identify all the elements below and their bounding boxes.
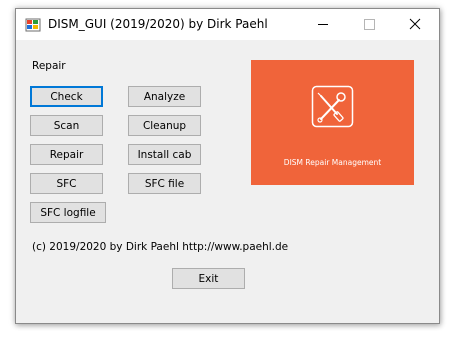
dism-banner: DISM Repair Management (251, 60, 414, 185)
check-button[interactable]: Check (30, 86, 103, 107)
minimize-button[interactable] (300, 9, 346, 40)
sfc-button[interactable]: SFC (30, 173, 103, 194)
close-button[interactable] (392, 9, 438, 40)
cleanup-button[interactable]: Cleanup (128, 115, 201, 136)
exit-button[interactable]: Exit (172, 268, 245, 289)
minimize-icon (318, 24, 328, 25)
repair-button[interactable]: Repair (30, 144, 103, 165)
window-title: DISM_GUI (2019/2020) by Dirk Paehl (48, 17, 268, 31)
maximize-button[interactable] (346, 9, 392, 40)
scan-button[interactable]: Scan (30, 115, 103, 136)
sfc-logfile-button[interactable]: SFC logfile (30, 202, 106, 223)
app-window: DISM_GUI (2019/2020) by Dirk Paehl Repai… (15, 8, 440, 324)
repair-section-label: Repair (32, 60, 66, 72)
windows-app-icon (25, 18, 41, 32)
client-area: Repair Check Analyze Scan Cleanup Repair… (16, 40, 439, 323)
copyright-text: (c) 2019/2020 by Dirk Paehl http://www.p… (32, 241, 289, 253)
analyze-button[interactable]: Analyze (128, 86, 201, 107)
install-cab-button[interactable]: Install cab (128, 144, 201, 165)
sfc-file-button[interactable]: SFC file (128, 173, 201, 194)
title-bar[interactable]: DISM_GUI (2019/2020) by Dirk Paehl (16, 9, 439, 40)
close-icon (409, 18, 421, 30)
maximize-icon (364, 19, 375, 30)
banner-title: DISM Repair Management (283, 158, 382, 167)
